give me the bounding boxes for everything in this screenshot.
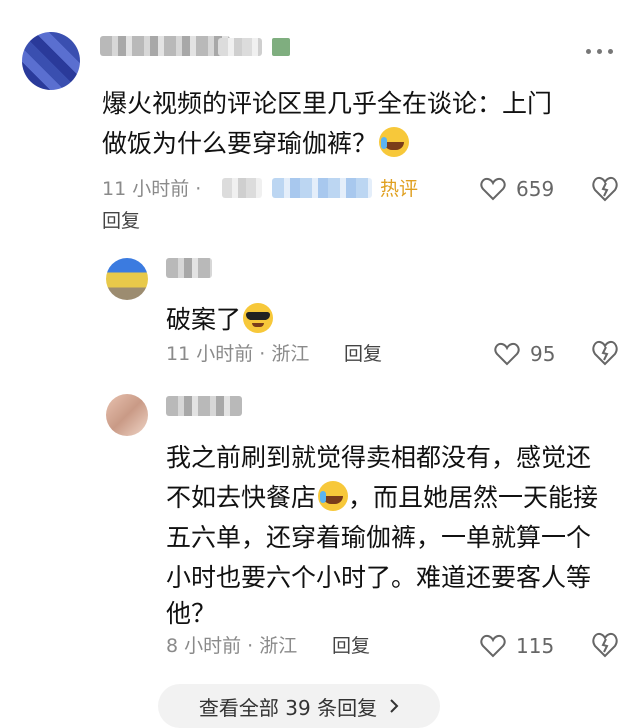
reply-text-line1: 我之前刷到就觉得卖相都没有，感觉还 — [166, 443, 592, 472]
hot-badge: 热评 — [380, 178, 419, 200]
reply-button[interactable]: 回复 — [102, 208, 140, 234]
reply-text-line2: 不如去快餐店 ，而且她居然一天能接 — [166, 481, 599, 512]
comment-text-line1: 爆火视频的评论区里几乎全在谈论：上门 — [102, 89, 553, 118]
chevron-right-icon — [390, 699, 399, 713]
like-count: 115 — [516, 634, 555, 658]
cool-sunglasses-emoji — [243, 303, 274, 333]
username-blurred[interactable] — [166, 258, 212, 278]
reply-text-line4: 小时也要六个小时了。难道还要客人等 — [166, 563, 592, 592]
comment-text-line2: 做饭为什么要穿瑜伽裤？ — [102, 124, 410, 164]
view-all-replies-button[interactable]: 查看全部 39 条回复 — [158, 684, 440, 728]
reply-time: 11 小时前 · 浙江 — [166, 343, 310, 365]
location-blurred — [222, 178, 262, 198]
username-blurred[interactable] — [100, 36, 230, 56]
avatar[interactable] — [106, 394, 148, 436]
dislike-icon[interactable] — [592, 340, 618, 366]
reply-time: 8 小时前 · 浙江 — [166, 635, 298, 657]
cry-laugh-emoji — [318, 481, 349, 511]
username-blurred[interactable] — [166, 396, 242, 416]
reply-text-line3: 五六单，还穿着瑜伽裤，一单就算一个 — [166, 523, 592, 552]
like-count: 95 — [530, 342, 556, 366]
like-icon[interactable] — [494, 342, 520, 366]
reply-text-line5: 他？ — [166, 599, 217, 628]
user-badge-blurred — [218, 38, 262, 56]
dislike-icon[interactable] — [592, 632, 618, 658]
cry-laugh-emoji — [379, 127, 410, 157]
reply-button[interactable]: 回复 — [344, 341, 382, 367]
level-badge — [272, 38, 290, 56]
comment-time: 11 小时前 · — [102, 178, 202, 200]
more-options-icon[interactable] — [586, 46, 620, 56]
dislike-icon[interactable] — [592, 176, 618, 202]
reply-text: 破案了 — [166, 300, 274, 340]
like-icon[interactable] — [480, 634, 506, 658]
like-icon[interactable] — [480, 177, 506, 201]
view-all-label: 查看全部 39 条回复 — [198, 695, 378, 720]
tag-blurred[interactable] — [272, 178, 372, 198]
avatar[interactable] — [106, 258, 148, 300]
reply-button[interactable]: 回复 — [332, 633, 370, 659]
avatar[interactable] — [22, 32, 80, 90]
like-count: 659 — [516, 177, 555, 201]
